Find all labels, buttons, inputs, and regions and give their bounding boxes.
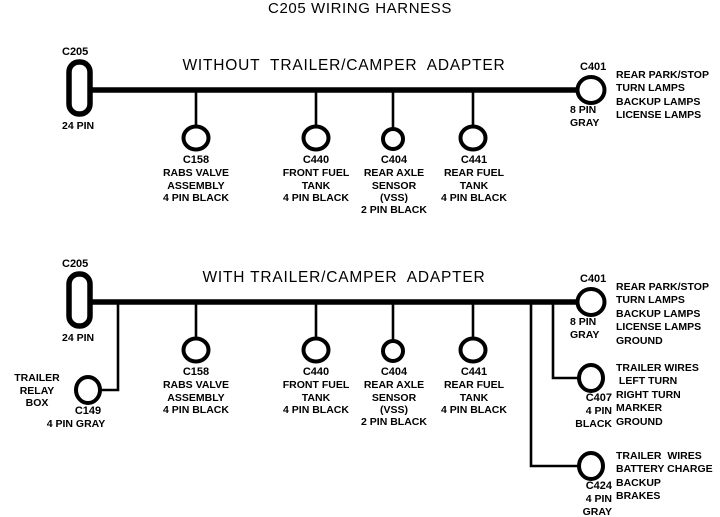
node-desc-c404-bottom: REAR AXLE SENSOR (VSS) (363, 379, 425, 416)
node-desc-c158-top: RABS VALVE ASSEMBLY (162, 167, 230, 192)
node-label-c441-bottom: C441 (460, 366, 488, 378)
node-functions-c407: TRAILER WIRES LEFT TURN RIGHT TURN MARKE… (616, 362, 699, 428)
node-desc-c404-top: REAR AXLE SENSOR (VSS) (363, 167, 425, 204)
node-label-c158-top: C158 (182, 154, 210, 166)
node-pins-c404-top: 2 PIN BLACK (361, 204, 427, 216)
node-pins-c401-top: 8 PIN GRAY (570, 104, 600, 129)
node-pins-c440-top: 4 PIN BLACK (283, 192, 349, 204)
node-c158-bottom (181, 336, 211, 364)
node-pins-c440-bottom: 4 PIN BLACK (283, 404, 349, 416)
node-label-c404-top: C404 (380, 154, 408, 166)
node-c149 (74, 375, 102, 405)
wiring-diagram-canvas (66, 59, 607, 481)
node-c441-top (458, 124, 488, 152)
node-c440-bottom (301, 336, 331, 364)
node-label-c440-top: C440 (302, 154, 330, 166)
node-label-c440-bottom: C440 (302, 366, 330, 378)
node-pins-c424: 4 PIN GRAY (582, 493, 612, 517)
node-functions-c401-top: REAR PARK/STOP TURN LAMPS BACKUP LAMPS L… (616, 69, 709, 122)
node-label-c407: C407 (585, 392, 612, 404)
connector-pins-c205-bottom: 24 PIN (62, 332, 95, 344)
node-label-c158-bottom: C158 (182, 366, 210, 378)
node-label-c404-bottom: C404 (380, 366, 408, 378)
diagram-with-adapter (66, 271, 607, 481)
node-pins-c401-bottom: 8 PIN GRAY (570, 316, 600, 341)
section-heading-with-adapter: WITH TRAILER/CAMPER ADAPTER (202, 269, 486, 286)
node-c440-top (301, 124, 331, 152)
trailer-relay-box-label: TRAILER RELAY BOX (14, 372, 60, 409)
node-pins-c149: 4 PIN GRAY (46, 418, 106, 430)
node-functions-c401-bottom: REAR PARK/STOP TURN LAMPS BACKUP LAMPS L… (616, 281, 709, 347)
page-title: C205 WIRING HARNESS (268, 0, 452, 17)
node-desc-c441-bottom: REAR FUEL TANK (443, 379, 505, 404)
node-pins-c407: 4 PIN BLACK (575, 405, 612, 430)
node-desc-c440-bottom: FRONT FUEL TANK (282, 379, 350, 404)
node-c401-bottom (575, 287, 607, 317)
connector-c205-bottom (66, 271, 93, 329)
node-pins-c158-bottom: 4 PIN BLACK (163, 404, 229, 416)
node-functions-c424: TRAILER WIRES BATTERY CHARGE BACKUP BRAK… (616, 450, 713, 503)
diagram-without-adapter (66, 59, 607, 152)
section-heading-without-adapter: WITHOUT TRAILER/CAMPER ADAPTER (182, 57, 506, 74)
wiring-diagram-page: C205 WIRING HARNESS WITHOUT TRAILER/CAMP… (0, 0, 720, 517)
node-c424 (577, 451, 605, 481)
node-label-c401-top: C401 (580, 61, 607, 73)
connector-pins-c205-top: 24 PIN (62, 120, 95, 132)
node-c404-bottom (381, 339, 405, 363)
node-desc-c440-top: FRONT FUEL TANK (282, 167, 350, 192)
node-label-c441-top: C441 (460, 154, 488, 166)
node-c407 (577, 363, 605, 393)
branch-path-c149 (100, 302, 120, 392)
node-label-c149: C149 (74, 405, 102, 417)
node-desc-c441-top: REAR FUEL TANK (443, 167, 505, 192)
node-pins-c441-bottom: 4 PIN BLACK (441, 404, 507, 416)
node-c441-bottom (458, 336, 488, 364)
connector-label-c205-top: C205 (62, 46, 89, 58)
node-label-c401-bottom: C401 (580, 273, 607, 285)
connector-c205-top (66, 59, 93, 117)
node-pins-c441-top: 4 PIN BLACK (441, 192, 507, 204)
node-pins-c404-bottom: 2 PIN BLACK (361, 416, 427, 428)
connector-label-c205-bottom: C205 (62, 258, 89, 270)
node-desc-c158-bottom: RABS VALVE ASSEMBLY (162, 379, 230, 404)
node-c401-top (575, 75, 607, 105)
node-c158-top (181, 124, 211, 152)
node-c404-top (381, 127, 405, 151)
node-pins-c158-top: 4 PIN BLACK (163, 192, 229, 204)
node-label-c424: C424 (585, 480, 612, 492)
